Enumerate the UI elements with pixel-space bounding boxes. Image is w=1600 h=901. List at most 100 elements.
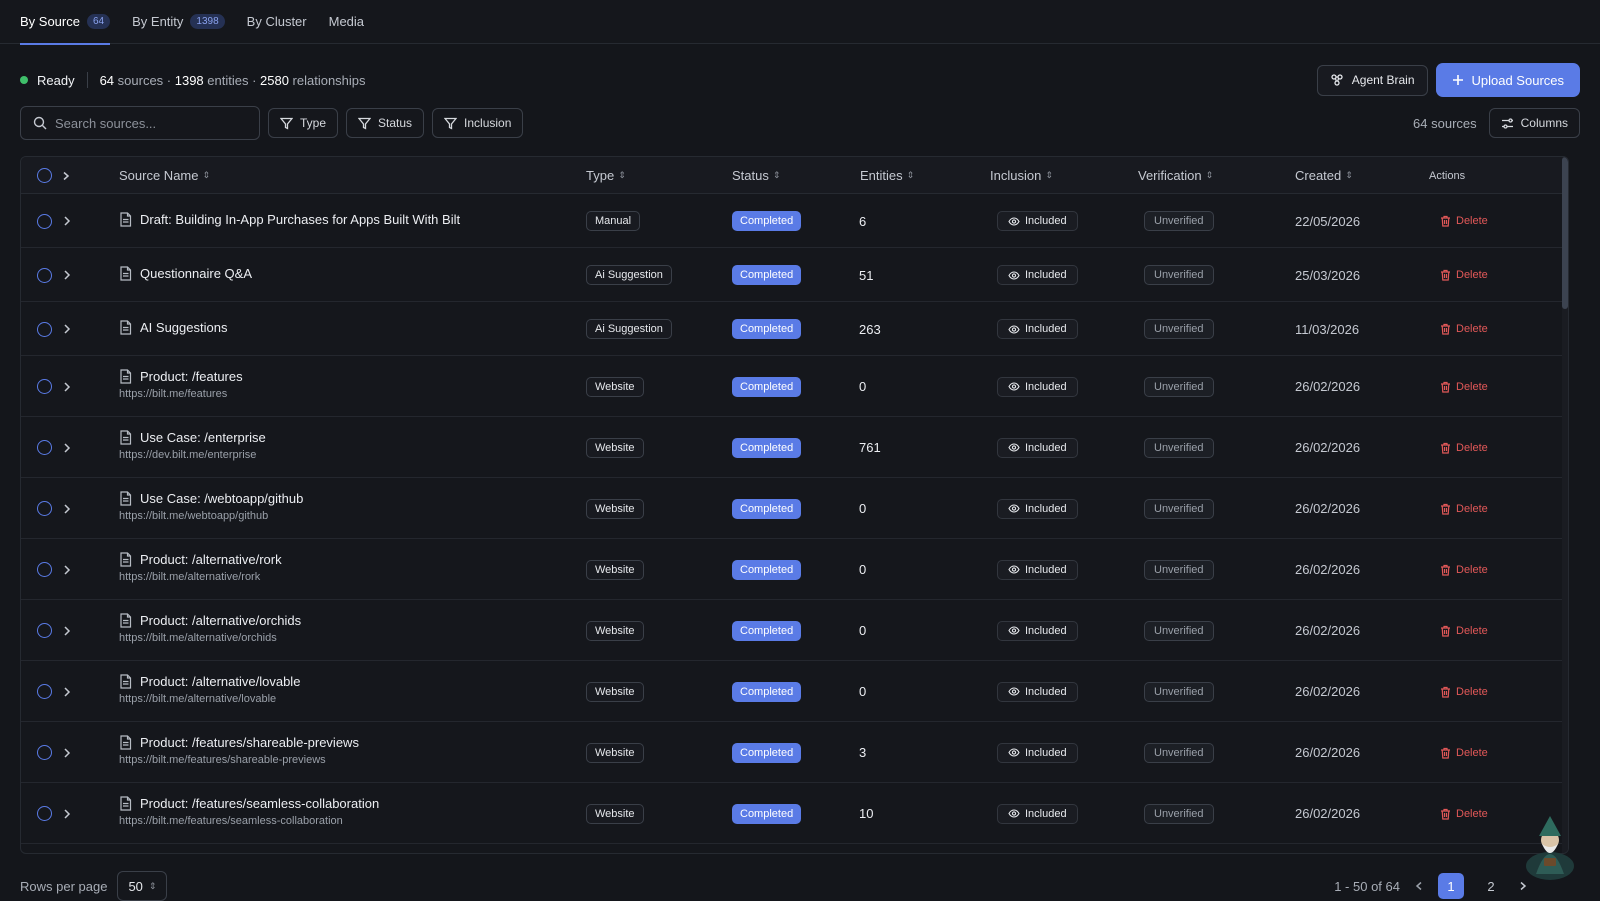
row-select-checkbox[interactable] <box>37 213 52 229</box>
source-name-cell[interactable]: Questionnaire Q&A <box>119 266 252 281</box>
inclusion-toggle[interactable]: Included <box>997 681 1078 702</box>
inclusion-toggle[interactable]: Included <box>997 265 1078 285</box>
inclusion-toggle[interactable]: Included <box>997 498 1078 519</box>
table-row[interactable]: Product: /features https://bilt.me/featu… <box>21 356 1568 417</box>
table-row[interactable]: Use Case: /enterprise https://dev.bilt.m… <box>21 417 1568 478</box>
chevron-right-icon[interactable] <box>62 503 72 515</box>
table-row[interactable]: Product: /alternative/rork https://bilt.… <box>21 539 1568 600</box>
chevron-right-icon[interactable] <box>62 323 72 335</box>
tab-by-cluster[interactable]: By Cluster <box>247 0 307 44</box>
scrollbar-thumb[interactable] <box>1562 157 1568 309</box>
table-row[interactable]: Product: /alternative/lovable https://bi… <box>21 661 1568 722</box>
header-created[interactable]: Created ⇕ <box>1295 157 1353 194</box>
tab-by-entity[interactable]: By Entity 1398 <box>132 0 225 44</box>
columns-button[interactable]: Columns <box>1488 108 1580 138</box>
table-scrollbar[interactable] <box>1562 157 1568 853</box>
status-filter-button[interactable]: Status <box>346 108 425 138</box>
table-row[interactable]: Product: /alternative/orchids https://bi… <box>21 600 1568 661</box>
table-row[interactable]: Product: /features/seamless-collaboratio… <box>21 783 1568 844</box>
source-url[interactable]: https://bilt.me/features/seamless-collab… <box>119 815 343 827</box>
chevron-right-icon[interactable] <box>62 269 72 281</box>
assistant-avatar[interactable] <box>1522 814 1578 880</box>
source-name-cell[interactable]: Use Case: /enterprise https://dev.bilt.m… <box>119 430 266 461</box>
source-url[interactable]: https://bilt.me/alternative/orchids <box>119 632 277 644</box>
chevron-right-icon[interactable] <box>62 564 72 576</box>
row-select-checkbox[interactable] <box>37 440 52 455</box>
header-verification[interactable]: Verification ⇕ <box>1138 157 1213 194</box>
header-inclusion[interactable]: Inclusion ⇕ <box>990 157 1053 194</box>
chevron-right-icon[interactable] <box>62 215 72 227</box>
delete-button[interactable]: Delete <box>1440 747 1488 759</box>
next-page-button[interactable] <box>1518 879 1528 894</box>
page-1-button[interactable]: 1 <box>1438 873 1464 899</box>
agent-brain-button[interactable]: Agent Brain <box>1316 64 1428 96</box>
tab-media[interactable]: Media <box>329 0 364 44</box>
inclusion-toggle[interactable]: Included <box>997 211 1078 231</box>
chevron-right-icon[interactable] <box>62 747 72 759</box>
source-name-cell[interactable]: AI Suggestions <box>119 320 227 335</box>
search-input[interactable] <box>55 115 235 131</box>
inclusion-toggle[interactable]: Included <box>997 803 1078 824</box>
row-select-checkbox[interactable] <box>37 745 52 760</box>
source-name-cell[interactable]: Product: /alternative/lovable https://bi… <box>119 674 300 705</box>
delete-button[interactable]: Delete <box>1440 503 1488 515</box>
source-name-cell[interactable]: Product: /features/seamless-collaboratio… <box>119 796 379 827</box>
table-row[interactable]: AI Suggestions Ai Suggestion Completed 2… <box>21 302 1568 356</box>
delete-button[interactable]: Delete <box>1440 381 1488 393</box>
delete-button[interactable]: Delete <box>1440 269 1488 281</box>
table-row[interactable]: Questionnaire Q&A Ai Suggestion Complete… <box>21 248 1568 302</box>
source-url[interactable]: https://dev.bilt.me/enterprise <box>119 449 256 461</box>
chevron-right-icon[interactable] <box>62 381 72 393</box>
delete-button[interactable]: Delete <box>1440 442 1488 454</box>
row-select-checkbox[interactable] <box>37 267 52 283</box>
row-select-checkbox[interactable] <box>37 379 52 394</box>
row-select-checkbox[interactable] <box>37 623 52 638</box>
chevron-right-icon[interactable] <box>62 686 72 698</box>
rows-per-page-select[interactable]: 50 ⇕ <box>117 871 168 901</box>
delete-button[interactable]: Delete <box>1440 686 1488 698</box>
tab-by-source[interactable]: By Source 64 <box>20 0 111 45</box>
page-2-button[interactable]: 2 <box>1478 873 1504 899</box>
table-row[interactable]: Product: /features/shareable-previews ht… <box>21 722 1568 783</box>
source-name-cell[interactable]: Product: /alternative/rork https://bilt.… <box>119 552 282 583</box>
inclusion-filter-button[interactable]: Inclusion <box>432 108 524 138</box>
inclusion-toggle[interactable]: Included <box>997 559 1078 580</box>
row-select-checkbox[interactable] <box>37 562 52 577</box>
chevron-right-icon[interactable] <box>62 625 72 637</box>
row-select-checkbox[interactable] <box>37 684 52 699</box>
delete-button[interactable]: Delete <box>1440 808 1488 820</box>
table-row[interactable]: Draft: Building In-App Purchases for App… <box>21 194 1568 248</box>
delete-button[interactable]: Delete <box>1440 215 1488 227</box>
source-url[interactable]: https://bilt.me/alternative/lovable <box>119 693 276 705</box>
chevron-right-icon[interactable] <box>62 442 72 454</box>
source-url[interactable]: https://bilt.me/features <box>119 388 227 400</box>
source-name-cell[interactable]: Product: /alternative/orchids https://bi… <box>119 613 301 644</box>
type-filter-button[interactable]: Type <box>268 108 339 138</box>
inclusion-toggle[interactable]: Included <box>997 742 1078 763</box>
inclusion-toggle[interactable]: Included <box>997 437 1078 458</box>
source-name-cell[interactable]: Product: /features https://bilt.me/featu… <box>119 369 243 400</box>
header-source-name[interactable]: Source Name ⇕ <box>119 157 210 194</box>
source-name-cell[interactable]: Draft: Building In-App Purchases for App… <box>119 212 460 227</box>
delete-button[interactable]: Delete <box>1440 564 1488 576</box>
delete-button[interactable]: Delete <box>1440 625 1488 637</box>
source-url[interactable]: https://bilt.me/webtoapp/github <box>119 510 268 522</box>
chevron-right-icon[interactable] <box>61 171 71 181</box>
row-select-checkbox[interactable] <box>37 806 52 821</box>
inclusion-toggle[interactable]: Included <box>997 319 1078 339</box>
select-all-checkbox[interactable] <box>37 168 52 183</box>
source-url[interactable]: https://bilt.me/alternative/rork <box>119 571 260 583</box>
header-type[interactable]: Type ⇕ <box>586 157 626 194</box>
inclusion-toggle[interactable]: Included <box>997 620 1078 641</box>
table-row[interactable]: Use Case: /webtoapp/github https://bilt.… <box>21 478 1568 539</box>
source-url[interactable]: https://bilt.me/features/shareable-previ… <box>119 754 326 766</box>
chevron-right-icon[interactable] <box>62 808 72 820</box>
source-name-cell[interactable]: Product: /features/shareable-previews ht… <box>119 735 359 766</box>
header-entities[interactable]: Entities ⇕ <box>860 157 914 194</box>
row-select-checkbox[interactable] <box>37 321 52 337</box>
header-status[interactable]: Status ⇕ <box>732 157 780 194</box>
delete-button[interactable]: Delete <box>1440 323 1488 335</box>
source-name-cell[interactable]: Use Case: /webtoapp/github https://bilt.… <box>119 491 303 522</box>
upload-sources-button[interactable]: Upload Sources <box>1435 63 1580 97</box>
prev-page-button[interactable] <box>1414 879 1424 894</box>
